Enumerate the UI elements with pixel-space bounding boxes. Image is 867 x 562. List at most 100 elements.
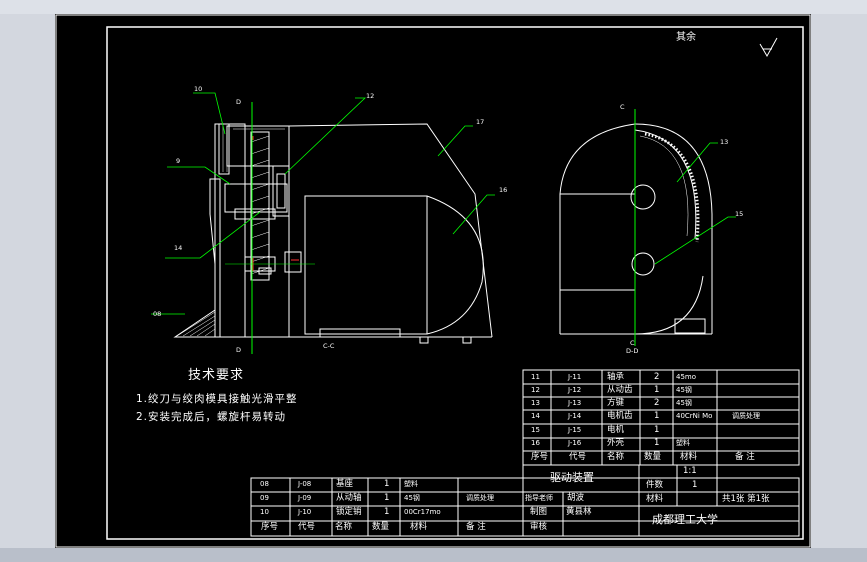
inner-border	[106, 26, 804, 540]
gear-teeth	[644, 132, 700, 243]
bom-upper-code: J-15	[568, 426, 582, 434]
bom-upper-qty: 2	[654, 398, 660, 408]
balloon-17: 17	[476, 118, 485, 126]
bom-lower-material: 00Cr17mo	[404, 508, 441, 516]
window-top-band	[0, 0, 867, 14]
cut-label-bottom-right: C	[630, 339, 635, 347]
bom-upper-no: 14	[531, 412, 540, 420]
bom-upper-header-remark: 备 注	[735, 452, 755, 462]
bom-lower-header-qty: 数量	[372, 522, 390, 532]
bom-upper-no: 13	[531, 399, 540, 407]
balloon-16: 16	[499, 186, 508, 194]
balloon-13: 13	[720, 138, 729, 146]
count-value: 1	[692, 480, 698, 490]
bom-upper-material: 塑料	[676, 439, 690, 447]
drafter-name: 黄县林	[566, 507, 592, 517]
bom-upper-code: J-11	[568, 373, 582, 381]
bom-lower-header-code: 代号	[298, 522, 316, 532]
section-view-cc	[173, 123, 493, 344]
bom-lower-code: J-09	[298, 494, 312, 502]
bom-lower-header-remark: 备 注	[466, 522, 486, 532]
school-name: 成都理工大学	[652, 513, 718, 526]
bom-lower-code: J-10	[298, 508, 312, 516]
bom-upper-name: 电机	[607, 425, 625, 435]
bom-upper-header-name: 名称	[607, 452, 625, 462]
sheet-count: 共1张 第1张	[722, 494, 770, 504]
red-accents	[252, 136, 299, 271]
bom-lower-name: 基座	[336, 479, 354, 489]
scale-value: 1:1	[683, 466, 697, 476]
bom-upper-no: 11	[531, 373, 540, 381]
bom-lower-no: 10	[260, 508, 269, 516]
bom-upper-name: 方键	[607, 398, 625, 408]
section-label-cc: C-C	[323, 342, 335, 350]
technical-note-2: 2.安装完成后，螺旋杆易转动	[136, 411, 287, 423]
bom-upper-code: J-16	[568, 439, 582, 447]
bom-upper-material: 45钢	[676, 399, 692, 407]
outer-border	[55, 14, 811, 548]
balloon-10: 10	[194, 85, 203, 93]
bom-lower-no: 09	[260, 494, 269, 502]
section-view-dd	[559, 114, 713, 339]
bom-upper-remark: 调质处理	[732, 412, 760, 420]
bom-upper-name: 轴承	[607, 372, 625, 382]
bom-upper-material: 45钢	[676, 386, 692, 394]
bom-lower-name: 从动轴	[336, 493, 362, 503]
bom-lower-name: 锁定销	[336, 507, 362, 517]
bom-upper-qty: 1	[654, 438, 660, 448]
count-label: 件数	[646, 480, 664, 490]
bom-lower-qty: 1	[384, 493, 390, 503]
window-bottom-band	[0, 548, 867, 562]
material-label: 材料	[646, 494, 664, 504]
bom-lower-material: 45钢	[404, 494, 420, 502]
bom-upper-material: 40CrNi Mo	[676, 412, 713, 420]
cut-label-top-right: C	[620, 103, 625, 111]
bom-upper-no: 15	[531, 426, 540, 434]
cut-label-bottom-left: D	[236, 346, 242, 354]
bom-upper-header-qty: 数量	[644, 452, 662, 462]
bom-upper-qty: 1	[654, 425, 660, 435]
bom-lower-no: 08	[260, 480, 269, 488]
bom-upper-header-no: 序号	[531, 452, 549, 462]
bom-upper-qty: 1	[654, 411, 660, 421]
bom-upper-code: J-12	[568, 386, 582, 394]
bom-lower-code: J-08	[298, 480, 312, 488]
bom-lower-header-name: 名称	[335, 522, 353, 532]
bom-upper-qty: 2	[654, 372, 660, 382]
balloon-12: 12	[366, 92, 375, 100]
bom-lower-remark: 调质处理	[466, 494, 494, 502]
balloon-15: 15	[735, 210, 744, 218]
bom-lower-qty: 1	[384, 507, 390, 517]
bom-upper-code: J-13	[568, 399, 582, 407]
bom-upper-header-code: 代号	[569, 452, 587, 462]
bom-upper-material: 45mo	[676, 373, 697, 381]
bom-upper-no: 12	[531, 386, 540, 394]
drawing-name: 驱动装置	[550, 471, 594, 484]
drawing-sheet	[55, 14, 811, 548]
balloon-14: 14	[174, 244, 183, 252]
bom-lower-material: 塑料	[404, 480, 418, 488]
bom-lower-qty: 1	[384, 479, 390, 489]
bom-upper-qty: 1	[654, 385, 660, 395]
bom-upper-no: 16	[531, 439, 540, 447]
technical-requirements-title: 技术要求	[188, 368, 245, 383]
balloon-08: 08	[153, 310, 162, 318]
bom-lower-header-material: 材料	[410, 522, 428, 532]
surface-note: 其余	[676, 32, 696, 43]
bom-upper-name: 电机齿	[607, 411, 633, 421]
bom-lower-header-no: 序号	[261, 522, 279, 532]
surface-finish-symbol	[759, 37, 778, 58]
instructor-label: 指导老师	[525, 494, 553, 502]
balloon-9: 9	[176, 157, 181, 165]
drafter-label: 制图	[530, 507, 548, 517]
bom-upper-code: J-14	[568, 412, 582, 420]
section-label-dd: D-D	[626, 347, 639, 355]
instructor-name: 胡波	[567, 493, 585, 503]
cad-drawing	[55, 14, 811, 548]
reviewer-label: 审核	[530, 522, 548, 532]
technical-note-1: 1.绞刀与绞肉模具接触光滑平整	[136, 393, 298, 405]
cut-label-top-left: D	[236, 98, 242, 106]
bom-upper-name: 从动齿	[607, 385, 633, 395]
bom-upper-header-material: 材料	[680, 452, 698, 462]
bom-upper-name: 外壳	[607, 438, 625, 448]
